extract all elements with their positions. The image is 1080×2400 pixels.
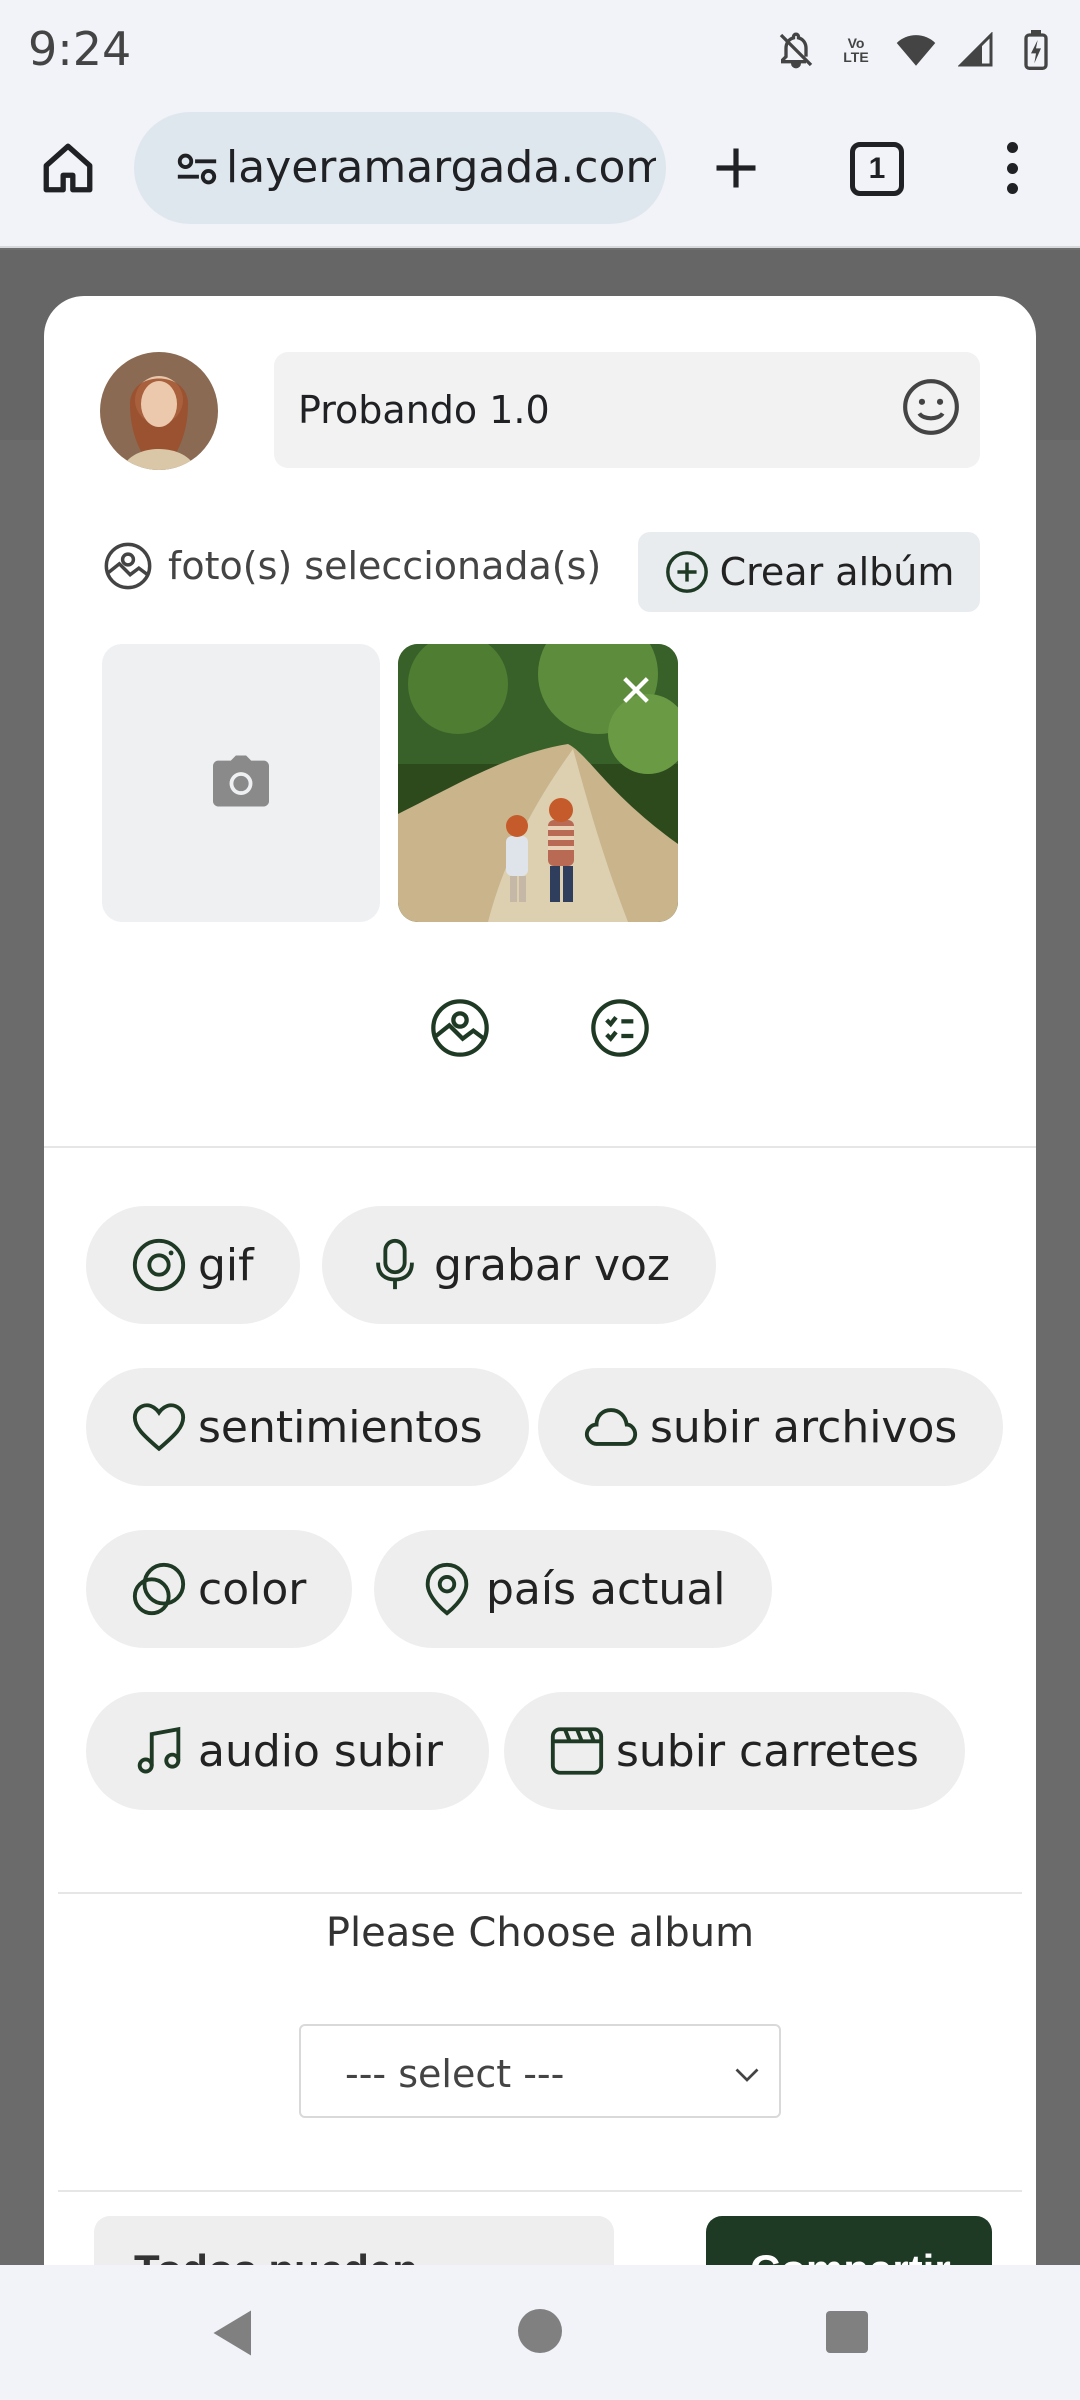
upload-reels-button[interactable]: subir carretes (504, 1692, 965, 1810)
bell-off-icon (774, 28, 818, 72)
divider (58, 2190, 1022, 2192)
status-bar: 9:24 Vo LTE (0, 0, 1080, 100)
system-navigation-bar (0, 2265, 1080, 2400)
upload-reels-label: subir carretes (616, 1725, 919, 1777)
create-album-button[interactable]: Crear albúm (638, 532, 980, 612)
volte-icon: Vo LTE (843, 35, 869, 65)
album-select[interactable]: --- select --- (299, 2024, 781, 2118)
photos-label-text: foto(s) seleccionada(s) (168, 544, 602, 588)
add-circle-icon (664, 549, 710, 595)
plus-icon[interactable] (704, 136, 768, 200)
microphone-icon (366, 1236, 424, 1294)
selected-photos-label: foto(s) seleccionada(s) (102, 540, 601, 592)
media-type-toggles (44, 996, 1036, 1076)
choose-album-label: Please Choose album (325, 1910, 755, 1956)
camera-icon (210, 753, 272, 814)
status-icons: Vo LTE (774, 28, 1058, 72)
color-button[interactable]: color (86, 1530, 353, 1648)
audio-upload-button[interactable]: audio subir (86, 1692, 489, 1810)
feelings-label: sentimientos (198, 1401, 483, 1453)
record-voice-label: grabar voz (434, 1239, 671, 1291)
record-voice-button[interactable]: grabar voz (322, 1206, 717, 1324)
feelings-button[interactable]: sentimientos (86, 1368, 529, 1486)
selected-photo-thumbnail[interactable] (398, 644, 678, 922)
current-country-label: país actual (486, 1563, 726, 1615)
remove-photo-icon[interactable] (612, 666, 660, 714)
gif-button[interactable]: gif (86, 1206, 300, 1324)
upload-files-button[interactable]: subir archivos (538, 1368, 1004, 1486)
cloud-icon (582, 1398, 640, 1456)
avatar (100, 352, 218, 470)
tab-switcher-button[interactable]: 1 (850, 142, 904, 196)
battery-charging-icon (1014, 28, 1058, 72)
color-label: color (198, 1563, 307, 1615)
image-icon (102, 540, 154, 592)
home-icon[interactable] (36, 136, 100, 200)
wifi-icon (894, 28, 938, 72)
divider (58, 1892, 1022, 1894)
post-text-input[interactable]: Probando 1.0 (274, 352, 980, 468)
palette-icon (130, 1560, 188, 1618)
add-photo-slot[interactable] (102, 644, 380, 922)
album-select-value: --- select --- (345, 2052, 565, 2096)
emoji-icon[interactable] (900, 376, 962, 438)
clapperboard-icon (548, 1722, 606, 1780)
url-bar[interactable]: layeramargada.com (134, 112, 666, 224)
current-country-button[interactable]: país actual (374, 1530, 772, 1648)
heart-icon (130, 1398, 188, 1456)
recents-icon[interactable] (826, 2311, 868, 2353)
gif-label: gif (198, 1239, 254, 1291)
create-post-modal: Probando 1.0 foto(s) seleccionada(s) Cre… (44, 296, 1036, 2296)
upload-files-label: subir archivos (650, 1401, 958, 1453)
signal-icon (954, 28, 998, 72)
chevron-down-icon (729, 2056, 765, 2092)
music-note-icon (130, 1722, 188, 1780)
photo-mode-icon[interactable] (428, 996, 492, 1060)
back-icon[interactable] (206, 2305, 256, 2361)
checklist-icon[interactable] (588, 996, 652, 1060)
divider (44, 1146, 1036, 1148)
gif-icon (130, 1236, 188, 1294)
url-text[interactable]: layeramargada.com (226, 142, 656, 193)
post-text-value[interactable]: Probando 1.0 (298, 388, 550, 432)
location-pin-icon (418, 1560, 476, 1618)
browser-toolbar: layeramargada.com 1 (0, 100, 1080, 248)
audio-upload-label: audio subir (198, 1725, 443, 1777)
home-circle-icon[interactable] (518, 2309, 562, 2353)
more-vert-icon[interactable] (990, 136, 1034, 200)
site-settings-icon[interactable] (174, 146, 220, 192)
status-time: 9:24 (28, 22, 132, 76)
create-album-label: Crear albúm (719, 550, 955, 594)
